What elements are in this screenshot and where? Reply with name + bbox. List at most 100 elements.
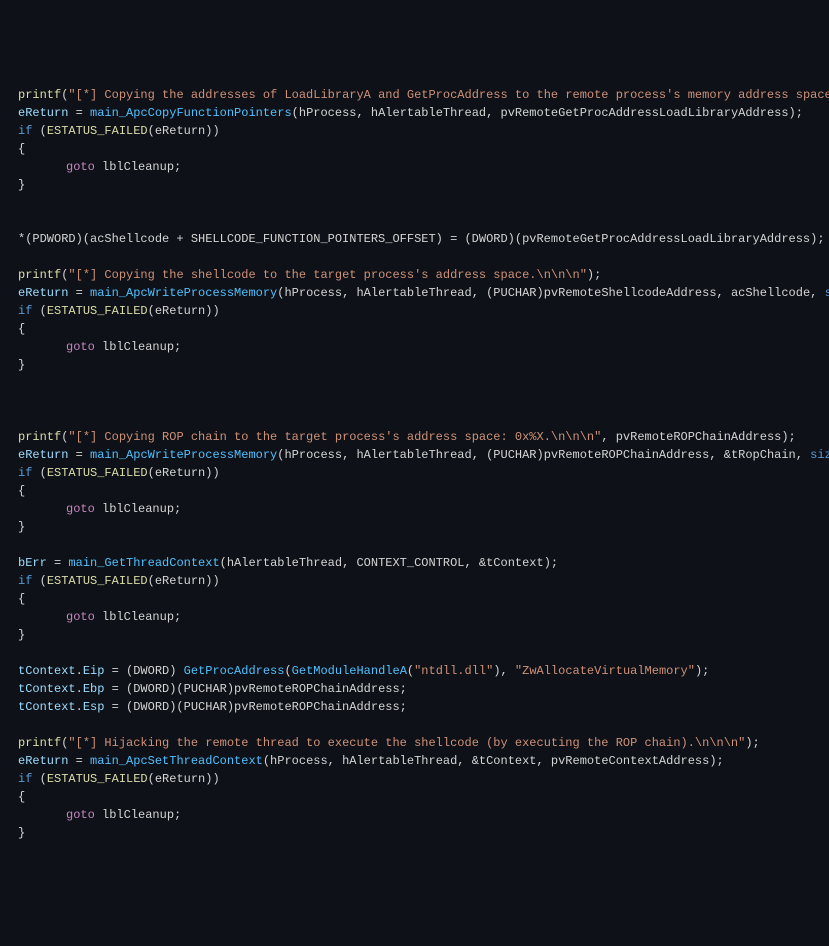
code-line — [18, 410, 811, 428]
code-line: } — [18, 626, 811, 644]
code-line: eReturn = main_ApcSetThreadContext(hProc… — [18, 752, 811, 770]
token-plain: ( — [407, 664, 414, 678]
token-id: tContext — [18, 700, 76, 714]
token-call: main_ApcSetThreadContext — [90, 754, 263, 768]
token-plain: . — [76, 682, 83, 696]
token-kw-goto: goto — [66, 808, 95, 822]
token-plain: ( — [32, 772, 46, 786]
code-line — [18, 212, 811, 230]
token-kw: if — [18, 124, 32, 138]
token-plain: (hProcess, hAlertableThread, pvRemoteGet… — [292, 106, 803, 120]
token-plain: = (DWORD)(PUCHAR)pvRemoteROPChainAddress… — [104, 700, 406, 714]
code-line: if (ESTATUS_FAILED(eReturn)) — [18, 770, 811, 788]
token-kw: sizeof — [825, 286, 829, 300]
code-line: if (ESTATUS_FAILED(eReturn)) — [18, 302, 811, 320]
token-plain: ( — [32, 304, 46, 318]
token-plain: } — [18, 826, 25, 840]
token-str: "ZwAllocateVirtualMemory" — [515, 664, 695, 678]
token-plain: (eReturn)) — [148, 574, 220, 588]
token-str: "ntdll.dll" — [414, 664, 493, 678]
code-line: printf("[*] Copying the addresses of Loa… — [18, 86, 811, 104]
token-str: "[*] Copying ROP chain to the target pro… — [68, 430, 601, 444]
code-line — [18, 374, 811, 392]
code-line: goto lblCleanup; — [18, 500, 811, 518]
token-plain: ); — [745, 736, 759, 750]
token-kw-goto: goto — [66, 610, 95, 624]
code-line: goto lblCleanup; — [18, 338, 811, 356]
token-fn: ESTATUS_FAILED — [47, 772, 148, 786]
code-line — [18, 716, 811, 734]
token-plain: ( — [284, 664, 291, 678]
token-plain: { — [18, 142, 25, 156]
token-plain: . — [76, 664, 83, 678]
code-line: } — [18, 176, 811, 194]
token-str: "[*] Copying the shellcode to the target… — [68, 268, 586, 282]
token-kw: if — [18, 304, 32, 318]
token-plain: lblCleanup; — [95, 502, 181, 516]
token-fn: printf — [18, 736, 61, 750]
code-line: } — [18, 824, 811, 842]
code-line — [18, 248, 811, 266]
code-line — [18, 536, 811, 554]
token-id: Ebp — [83, 682, 105, 696]
token-call: main_ApcWriteProcessMemory — [90, 286, 277, 300]
token-kw-goto: goto — [66, 160, 95, 174]
token-plain: { — [18, 484, 25, 498]
token-id: Eip — [83, 664, 105, 678]
token-fn: ESTATUS_FAILED — [47, 574, 148, 588]
token-plain: = (DWORD) — [104, 664, 183, 678]
token-plain: ), — [493, 664, 515, 678]
code-line: eReturn = main_ApcCopyFunctionPointers(h… — [18, 104, 811, 122]
token-kw: sizeof — [810, 448, 829, 462]
token-plain: (hProcess, hAlertableThread, &tContext, … — [263, 754, 724, 768]
token-fn: ESTATUS_FAILED — [47, 466, 148, 480]
token-plain: } — [18, 520, 25, 534]
token-plain: { — [18, 322, 25, 336]
token-plain: , pvRemoteROPChainAddress); — [601, 430, 795, 444]
code-line: } — [18, 356, 811, 374]
code-line: bErr = main_GetThreadContext(hAlertableT… — [18, 554, 811, 572]
code-line: goto lblCleanup; — [18, 608, 811, 626]
code-line: eReturn = main_ApcWriteProcessMemory(hPr… — [18, 446, 811, 464]
token-kw: if — [18, 466, 32, 480]
token-call: GetProcAddress — [184, 664, 285, 678]
code-line: tContext.Esp = (DWORD)(PUCHAR)pvRemoteRO… — [18, 698, 811, 716]
code-line: { — [18, 320, 811, 338]
code-block: printf("[*] Copying the addresses of Loa… — [18, 86, 811, 842]
token-str: "[*] Copying the addresses of LoadLibrar… — [68, 88, 829, 102]
token-plain: (eReturn)) — [148, 304, 220, 318]
code-line: { — [18, 482, 811, 500]
code-line: eReturn = main_ApcWriteProcessMemory(hPr… — [18, 284, 811, 302]
token-plain: . — [76, 700, 83, 714]
token-plain: lblCleanup; — [95, 610, 181, 624]
token-plain: lblCleanup; — [95, 340, 181, 354]
token-fn: printf — [18, 88, 61, 102]
code-line: printf("[*] Copying ROP chain to the tar… — [18, 428, 811, 446]
token-plain: ); — [587, 268, 601, 282]
token-plain: (eReturn)) — [148, 772, 220, 786]
code-line — [18, 644, 811, 662]
token-id: tContext — [18, 682, 76, 696]
token-plain: = — [68, 754, 90, 768]
code-line: { — [18, 140, 811, 158]
token-call: GetModuleHandleA — [292, 664, 407, 678]
token-plain: (hProcess, hAlertableThread, (PUCHAR)pvR… — [277, 448, 810, 462]
token-fn: printf — [18, 430, 61, 444]
token-plain: (hProcess, hAlertableThread, (PUCHAR)pvR… — [277, 286, 824, 300]
code-line: *(PDWORD)(acShellcode + SHELLCODE_FUNCTI… — [18, 230, 811, 248]
code-line: { — [18, 788, 811, 806]
code-line: if (ESTATUS_FAILED(eReturn)) — [18, 122, 811, 140]
token-kw-goto: goto — [66, 502, 95, 516]
code-line: } — [18, 518, 811, 536]
code-line — [18, 392, 811, 410]
token-plain: = — [68, 448, 90, 462]
token-call: main_ApcCopyFunctionPointers — [90, 106, 292, 120]
token-plain: lblCleanup; — [95, 160, 181, 174]
code-line — [18, 194, 811, 212]
code-line: tContext.Ebp = (DWORD)(PUCHAR)pvRemoteRO… — [18, 680, 811, 698]
token-id: eReturn — [18, 754, 68, 768]
token-plain: (eReturn)) — [148, 466, 220, 480]
token-id: tContext — [18, 664, 76, 678]
token-call: main_GetThreadContext — [68, 556, 219, 570]
token-plain: = — [68, 106, 90, 120]
